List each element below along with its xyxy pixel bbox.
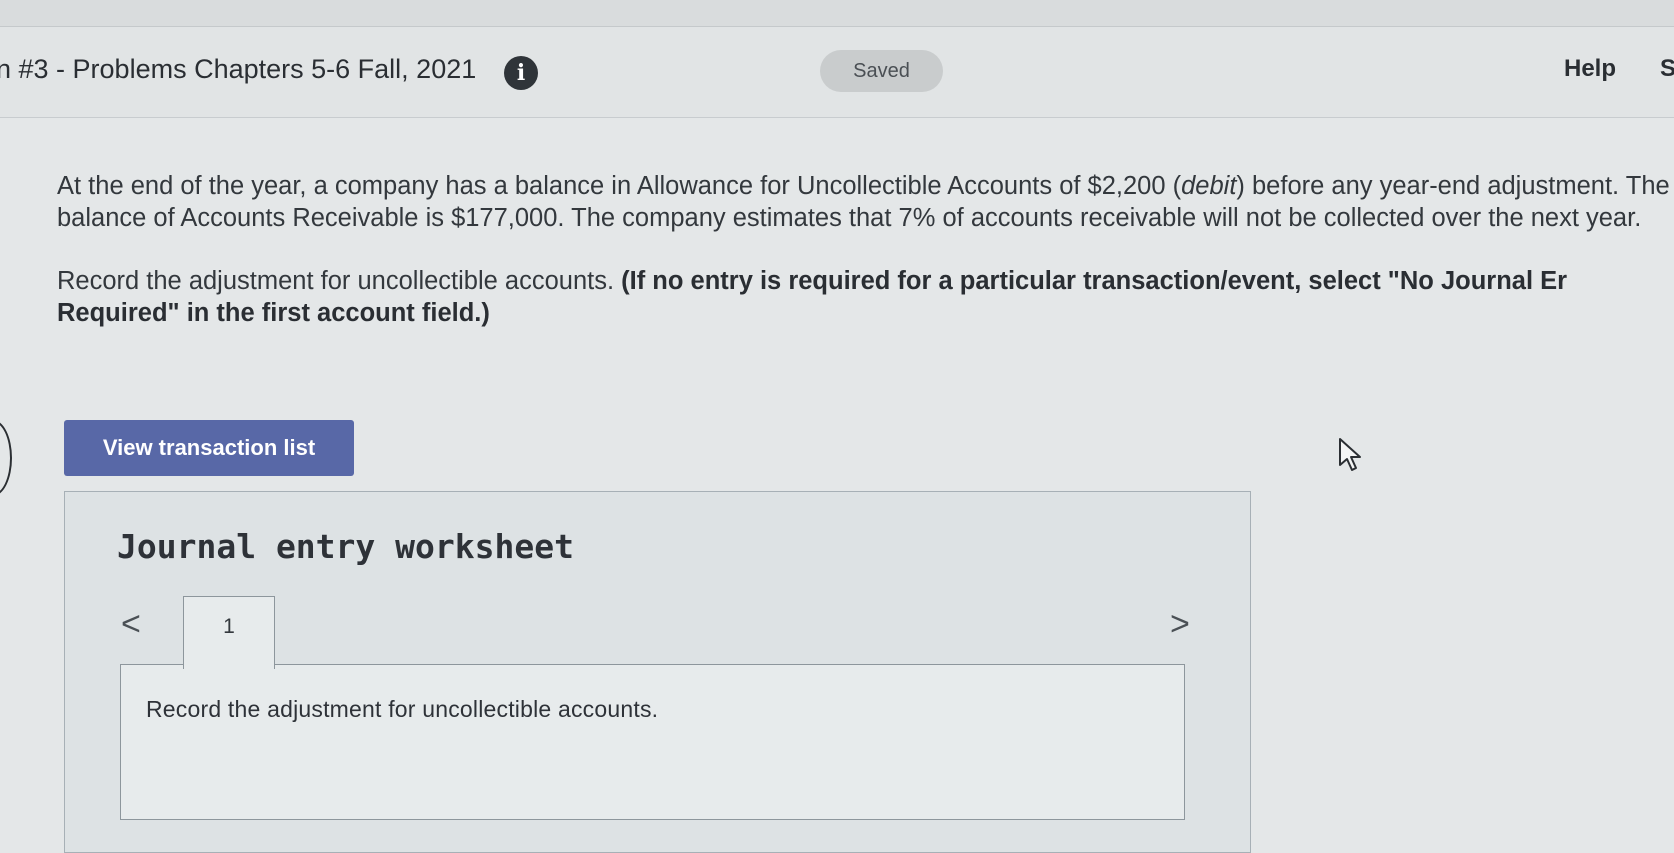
question-paragraph: At the end of the year, a company has a …: [57, 170, 1674, 234]
browser-top-strip: [0, 0, 1674, 27]
instruction-line2: Required" in the first account field.): [57, 299, 490, 327]
chevron-left-icon[interactable]: <: [121, 605, 141, 644]
view-transaction-list-button[interactable]: View transaction list: [64, 420, 354, 476]
worksheet-title: Journal entry worksheet: [117, 527, 574, 566]
assignment-title: n #3 - Problems Chapters 5-6 Fall, 2021: [0, 54, 477, 84]
instruction-paragraph: Record the adjustment for uncollectible …: [57, 265, 1674, 329]
header-truncated-link[interactable]: S: [1660, 55, 1674, 83]
worksheet-tab-1[interactable]: 1: [183, 596, 275, 669]
info-icon[interactable]: i: [504, 56, 538, 90]
entry-description-box: Record the adjustment for uncollectible …: [120, 664, 1185, 820]
previous-question-arrow[interactable]: [0, 420, 12, 496]
instruction-line1: (If no entry is required for a particula…: [621, 267, 1568, 295]
tab-label: 1: [223, 615, 235, 638]
question-debit: debit: [1181, 172, 1237, 200]
entry-description: Record the adjustment for uncollectible …: [146, 696, 659, 722]
record-text: Record the adjustment for uncollectible …: [57, 267, 622, 295]
question-part1: At the end of the year, a company has a …: [57, 172, 1182, 200]
chevron-right-icon[interactable]: >: [1170, 605, 1190, 644]
question-text: At the end of the year, a company has a …: [57, 170, 1674, 329]
mouse-cursor-icon: [1339, 438, 1361, 471]
help-link[interactable]: Help: [1564, 55, 1616, 83]
saved-status-badge: Saved: [820, 50, 943, 92]
